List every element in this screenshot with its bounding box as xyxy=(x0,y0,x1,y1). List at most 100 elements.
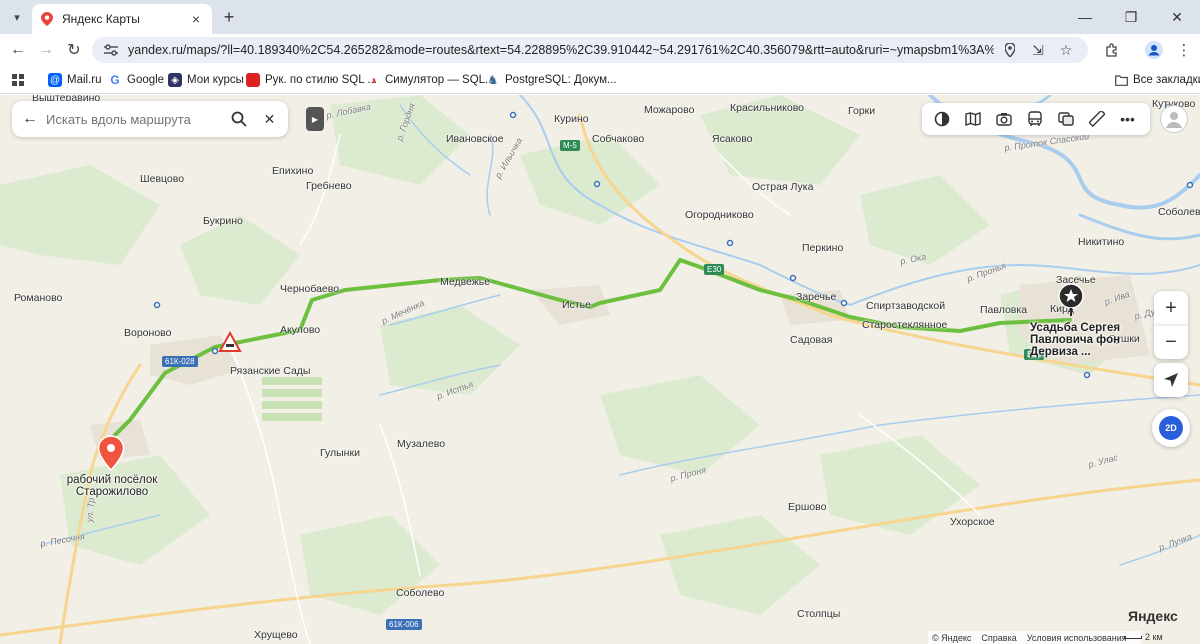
close-window-button[interactable]: ✕ xyxy=(1154,0,1200,34)
profile-icon[interactable] xyxy=(1142,38,1166,62)
town-label: Медвежье xyxy=(440,276,491,288)
yandex-logo: Яндекс xyxy=(1128,608,1178,624)
destination-label: Усадьба Сергея Павловича фон Дервиза ... xyxy=(1030,322,1121,358)
user-avatar[interactable] xyxy=(1160,105,1188,133)
town-label: Соболево xyxy=(396,587,445,599)
town-label: Музалево xyxy=(397,438,446,450)
town-label: Букрино xyxy=(203,215,243,227)
town-label: Старостеклянное xyxy=(862,319,948,331)
road-shield: Е30 xyxy=(704,264,725,275)
2d-3d-toggle-button[interactable]: 2D xyxy=(1152,409,1190,447)
town-label: Ясаково xyxy=(712,133,753,145)
more-options-icon[interactable]: ••• xyxy=(1112,105,1143,133)
mailru-icon: @ xyxy=(48,73,62,87)
town-label: Спиртзаводской xyxy=(866,300,946,312)
browser-menu-icon[interactable]: ⋮ xyxy=(1172,38,1196,62)
road-shield: 61К-028 xyxy=(162,356,198,367)
bookmark-sql-style[interactable]: Рук. по стилю SQL ... xyxy=(246,70,377,90)
town-label: Заречье xyxy=(796,291,837,303)
map-layers-toolbar: ••• xyxy=(922,103,1150,135)
postgres-icon: ♞ xyxy=(487,73,499,87)
bookmark-courses[interactable]: ◈ Мои курсы xyxy=(168,70,244,90)
new-tab-button[interactable]: + xyxy=(218,6,240,28)
town-label: Ухорское xyxy=(950,516,995,528)
town-label: Акулово xyxy=(280,324,321,336)
panorama-camera-icon[interactable] xyxy=(988,105,1019,133)
bookmark-simulator[interactable]: ◑ Симулятор — SQL... xyxy=(366,70,494,90)
navigation-arrow-icon xyxy=(1164,373,1178,387)
reload-button[interactable]: ↻ xyxy=(62,38,86,62)
traffic-icon[interactable] xyxy=(1050,105,1081,133)
layers-icon[interactable] xyxy=(926,105,957,133)
courses-icon: ◈ xyxy=(168,73,182,87)
town-label: Огородниково xyxy=(685,209,754,221)
simulator-icon: ◑ xyxy=(369,73,377,87)
town-label: Красильниково xyxy=(730,102,805,114)
close-icon[interactable]: ✕ xyxy=(261,107,278,131)
back-button[interactable]: ← xyxy=(6,38,30,62)
map-canvas[interactable]: Выштеравино Шевцово Епихино Гребнево Ива… xyxy=(0,95,1200,644)
town-label: Горки xyxy=(848,105,876,117)
site-info-icon[interactable] xyxy=(102,41,120,59)
town-label: Ершово xyxy=(788,501,827,513)
transit-bus-icon[interactable] xyxy=(1019,105,1050,133)
location-icon[interactable] xyxy=(998,38,1022,62)
zoom-in-button[interactable]: + xyxy=(1154,291,1188,325)
town-label: Соболево xyxy=(1158,206,1200,218)
expand-panel-button[interactable]: ▶ xyxy=(306,107,324,131)
town-label: Гребнево xyxy=(306,180,352,192)
google-icon: G xyxy=(110,73,120,87)
scale-bar: 2 км xyxy=(1124,632,1163,642)
town-label: Острая Лука xyxy=(752,181,814,193)
forward-button[interactable]: → xyxy=(34,38,58,62)
apps-grid-icon[interactable] xyxy=(12,70,24,90)
extensions-icon[interactable] xyxy=(1100,38,1124,62)
back-arrow-icon[interactable]: ← xyxy=(22,110,38,128)
town-label: Чернобаево xyxy=(280,283,340,295)
bookmark-star-icon[interactable]: ☆ xyxy=(1054,38,1078,62)
tab-title: Яндекс Карты xyxy=(62,12,140,26)
terms-link[interactable]: Условия использования xyxy=(1027,633,1127,643)
map-footer: © Яндекс Справка Условия использования xyxy=(928,631,1141,644)
bookmark-postgres[interactable]: ♞ PostgreSQL: Докум... xyxy=(486,70,617,90)
town-label: Шевцово xyxy=(140,173,185,185)
minimize-button[interactable]: — xyxy=(1062,0,1108,34)
restore-button[interactable]: ❐ xyxy=(1108,0,1154,34)
destination-marker-icon[interactable] xyxy=(1057,283,1085,319)
town-label: Перкино xyxy=(802,242,844,254)
town-label: Епихино xyxy=(272,165,314,177)
bookmark-mailru[interactable]: @ Mail.ru xyxy=(48,70,102,90)
omnibox[interactable]: yandex.ru/maps/?ll=40.189340%2C54.265282… xyxy=(92,37,1088,63)
start-marker-icon[interactable] xyxy=(97,435,125,471)
town-label: Романово xyxy=(14,292,63,304)
help-link[interactable]: Справка xyxy=(981,633,1016,643)
town-label: Павловка xyxy=(980,304,1028,316)
town-label: Гулынки xyxy=(320,447,360,459)
my-location-button[interactable] xyxy=(1154,363,1188,397)
map-book-icon[interactable] xyxy=(957,105,988,133)
sql-style-icon xyxy=(246,73,260,87)
route-search-input[interactable] xyxy=(46,111,222,127)
town-label: Столпцы xyxy=(797,608,841,620)
tab-search-button[interactable]: ▾ xyxy=(6,6,28,28)
copyright-text: © Яндекс xyxy=(932,632,972,643)
start-label: рабочий посёлок Старожилово xyxy=(66,474,158,498)
ruler-icon[interactable] xyxy=(1081,105,1112,133)
url-text[interactable]: yandex.ru/maps/?ll=40.189340%2C54.265282… xyxy=(128,43,994,57)
folder-icon xyxy=(1114,73,1128,87)
town-label: Вороново xyxy=(124,327,172,339)
tab-yandex-maps[interactable]: Яндекс Карты × xyxy=(32,4,212,34)
bookmarks-bar: @ Mail.ru G Google ◈ Мои курсы Рук. по с… xyxy=(0,66,1200,94)
yandex-maps-favicon xyxy=(40,12,54,26)
town-label: Истье xyxy=(562,299,591,311)
zoom-out-button[interactable]: − xyxy=(1154,325,1188,359)
bookmark-google[interactable]: G Google xyxy=(108,70,164,90)
close-tab-icon[interactable]: × xyxy=(188,11,204,27)
search-icon[interactable] xyxy=(230,107,247,131)
all-bookmarks[interactable]: Все закладки xyxy=(1114,70,1200,90)
town-label: Курино xyxy=(554,113,589,125)
install-app-icon[interactable]: ⇲ xyxy=(1026,38,1050,62)
town-label: Садовая xyxy=(790,334,833,346)
road-shield: 61К-006 xyxy=(386,619,422,630)
town-label: Рязанские Сады xyxy=(230,365,311,377)
